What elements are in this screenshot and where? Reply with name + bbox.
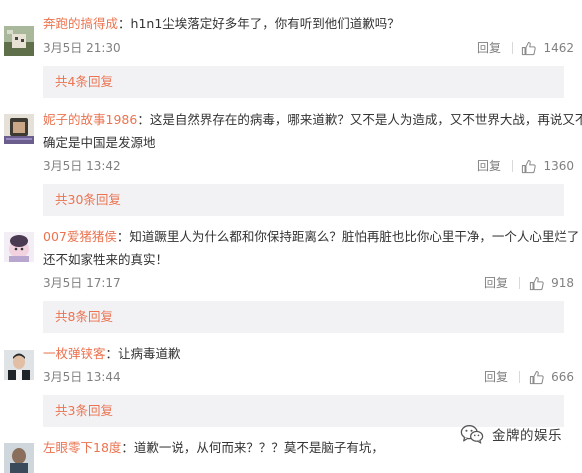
watermark: 金牌的娱乐 — [460, 421, 580, 447]
comment-username[interactable]: 妮子的故事1986 — [43, 112, 137, 127]
comment-separator: ： — [118, 16, 131, 31]
comment-separator: ： — [105, 346, 119, 361]
view-replies-link[interactable]: 共30条回复 — [55, 184, 121, 216]
replies-box: 共8条回复 — [43, 301, 564, 333]
divider — [512, 42, 513, 54]
comment-time: 3月5日 13:42 — [43, 159, 121, 173]
avatar[interactable] — [4, 26, 34, 56]
thumbs-up-icon — [522, 159, 537, 173]
reply-button[interactable]: 回复 — [477, 157, 501, 175]
comment-content-continued: 还不如家牲来的真实！ — [43, 252, 169, 267]
thumbs-up-icon — [529, 276, 544, 290]
comment-separator: ： — [121, 440, 134, 455]
view-replies-link[interactable]: 共8条回复 — [55, 301, 113, 333]
comment-username[interactable]: 奔跑的搞得成 — [43, 16, 118, 31]
comment-meta: 3月5日 21:30 回复 1462 — [43, 38, 574, 58]
view-replies-link[interactable]: 共3条回复 — [55, 395, 113, 427]
like-count: 1462 — [543, 41, 574, 55]
comment-meta: 3月5日 13:42 回复 1360 — [43, 156, 574, 176]
reply-button[interactable]: 回复 — [477, 39, 501, 57]
avatar[interactable] — [4, 232, 34, 262]
like-button[interactable]: 666 — [529, 367, 574, 387]
comment-content: 知道蹶里人为什么都和你保持距离么？脏怕再脏也比你心里干净，一个人心里烂了 — [129, 229, 580, 244]
wechat-icon — [460, 425, 484, 444]
like-button[interactable]: 918 — [529, 273, 574, 293]
divider — [519, 277, 520, 289]
avatar[interactable] — [4, 350, 34, 380]
comment-username[interactable]: 一枚弹铗客 — [43, 346, 106, 361]
comment-username[interactable]: 左眼零下18度 — [43, 440, 121, 455]
divider — [519, 371, 520, 383]
view-replies-link[interactable]: 共4条回复 — [55, 66, 113, 98]
comment-separator: ： — [137, 112, 150, 127]
like-count: 666 — [551, 370, 574, 384]
reply-button[interactable]: 回复 — [484, 368, 508, 386]
comment-content: h1n1尘埃落定好多年了，你有听到他们道歉吗？ — [130, 16, 400, 31]
comment-text-line: 奔跑的搞得成：h1n1尘埃落定好多年了，你有听到他们道歉吗？ — [43, 13, 574, 35]
reply-button[interactable]: 回复 — [484, 274, 508, 292]
thumbs-up-icon — [522, 41, 537, 55]
replies-box: 共30条回复 — [43, 184, 564, 216]
like-button[interactable]: 1360 — [521, 156, 574, 176]
comment-time: 3月5日 13:44 — [43, 370, 121, 384]
comment-text-line: 007爱猪猪侯：知道蹶里人为什么都和你保持距离么？脏怕再脏也比你心里干净，一个人… — [43, 226, 579, 248]
avatar[interactable] — [4, 443, 34, 473]
avatar[interactable] — [4, 114, 34, 144]
comment-text-line: 妮子的故事1986：这是自然界存在的病毒，哪来道歉？又不是人为造成，又不世界大战… — [43, 109, 582, 131]
comment-content: 这是自然界存在的病毒，哪来道歉？又不是人为造成，又不世界大战，再说又不 — [149, 112, 582, 127]
comment-username[interactable]: 007爱猪猪侯 — [43, 229, 117, 244]
like-count: 1360 — [543, 159, 574, 173]
like-button[interactable]: 1462 — [521, 38, 574, 58]
watermark-text: 金牌的娱乐 — [492, 428, 562, 444]
replies-box: 共4条回复 — [43, 66, 564, 98]
divider — [512, 160, 513, 172]
like-count: 918 — [551, 276, 574, 290]
comment-content-continued: 确定是中国是发源地 — [43, 135, 156, 150]
comment-meta: 3月5日 17:17 回复 918 — [43, 273, 574, 293]
comment-time: 3月5日 21:30 — [43, 41, 121, 55]
comment-separator: ： — [116, 229, 130, 244]
comment-time: 3月5日 17:17 — [43, 276, 121, 290]
comment-content: 道歉一说，从何而来？？？莫不是脑子有坑， — [133, 440, 384, 455]
comment-meta: 3月5日 13:44 回复 666 — [43, 367, 574, 387]
comment-text-line: 一枚弹铗客：让病毒道歉 — [43, 343, 574, 365]
comment-content: 让病毒道歉 — [118, 346, 181, 361]
thumbs-up-icon — [529, 370, 544, 384]
